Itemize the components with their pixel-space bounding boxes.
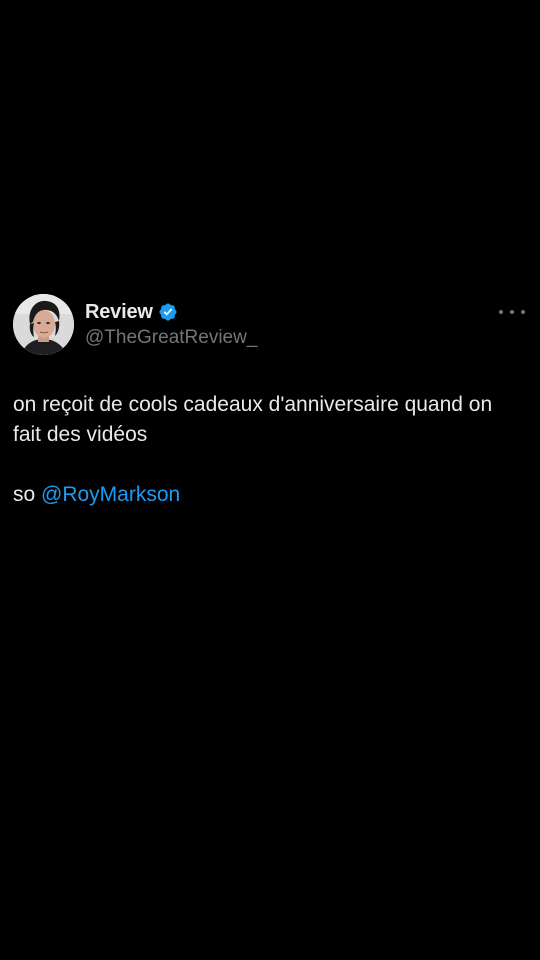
user-handle[interactable]: @TheGreatReview_	[85, 327, 257, 349]
mention-link[interactable]: @RoyMarkson	[41, 483, 180, 506]
avatar-photo	[13, 294, 74, 355]
tweet-text: on reçoit de cools cadeaux d'anniversair…	[13, 390, 523, 510]
tweet-card[interactable]: Review @TheGreatReview_ on reçoit de coo…	[13, 294, 527, 510]
name-row: Review	[85, 299, 257, 325]
verified-badge-icon	[158, 302, 178, 322]
screen: Review @TheGreatReview_ on reçoit de coo…	[0, 0, 540, 960]
avatar[interactable]	[13, 294, 74, 355]
tweet-header: Review @TheGreatReview_	[13, 294, 527, 356]
tweet-text-prefix: so	[13, 483, 42, 506]
tweet-text-line-1: on reçoit de cools cadeaux d'anniversair…	[13, 393, 493, 446]
tweet-text-line-2: so @RoyMarkson	[13, 480, 523, 510]
author-info: Review @TheGreatReview_	[85, 299, 257, 349]
more-options-icon[interactable]	[499, 304, 525, 320]
display-name[interactable]: Review	[85, 301, 153, 324]
